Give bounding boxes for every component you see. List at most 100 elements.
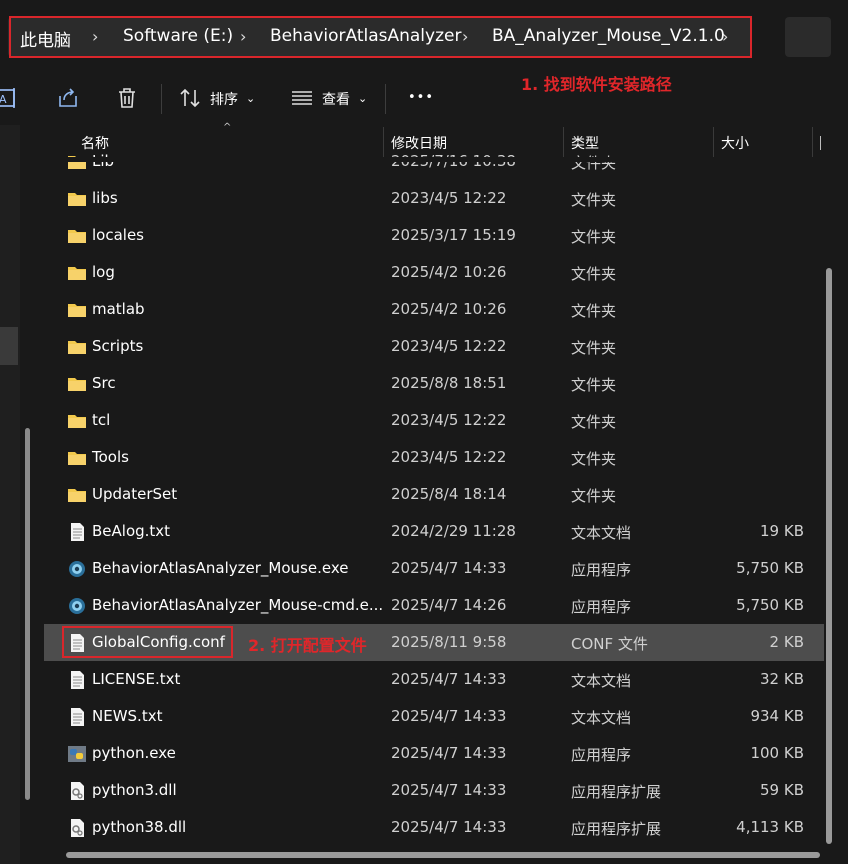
file-name: log — [92, 263, 115, 281]
file-size: 59 KB — [760, 781, 804, 799]
file-name: Src — [92, 374, 116, 392]
file-modified-date: 2025/4/7 14:33 — [391, 670, 507, 688]
file-type: 文件夹 — [571, 228, 617, 246]
file-name: NEWS.txt — [92, 707, 163, 725]
file-size: 32 KB — [760, 670, 804, 688]
dll-file-icon — [67, 819, 87, 837]
file-row[interactable]: matlab 2025/4/2 10:26 文件夹 — [44, 291, 824, 328]
file-name: Tools — [92, 448, 129, 466]
toolbar-divider — [161, 84, 162, 114]
file-modified-date: 2023/4/5 12:22 — [391, 189, 507, 207]
file-name: BehaviorAtlasAnalyzer_Mouse.exe — [92, 559, 349, 577]
sort-icon[interactable] — [178, 86, 202, 110]
chevron-down-icon[interactable]: ⌄ — [246, 92, 255, 105]
file-name: tcl — [92, 411, 111, 429]
file-row[interactable]: BeAlog.txt 2024/2/29 11:28 文本文档 19 KB — [44, 513, 824, 550]
file-modified-date: 2025/4/7 14:33 — [391, 707, 507, 725]
breadcrumb-software-drive[interactable]: Software (E:) — [123, 26, 233, 46]
more-options-button[interactable]: ••• — [408, 90, 434, 105]
annotation-step1: 1. 找到软件安装路径 — [521, 75, 672, 94]
file-type: 文件夹 — [571, 265, 617, 283]
file-row[interactable]: locales 2025/3/17 15:19 文件夹 — [44, 217, 824, 254]
file-row[interactable]: log 2025/4/2 10:26 文件夹 — [44, 254, 824, 291]
file-modified-date: 2025/3/17 15:19 — [391, 226, 516, 244]
file-type: 文件夹 — [571, 413, 617, 431]
sort-ascending-icon: ^ — [223, 122, 232, 133]
file-name: LICENSE.txt — [92, 670, 181, 688]
file-row[interactable]: UpdaterSet 2025/8/4 18:14 文件夹 — [44, 476, 824, 513]
file-type: 文件夹 — [571, 154, 617, 172]
file-row[interactable]: libs 2023/4/5 12:22 文件夹 — [44, 180, 824, 217]
text-file-icon — [67, 708, 87, 726]
file-row[interactable]: python38.dll 2025/4/7 14:33 应用程序扩展 4,113 KB — [44, 809, 824, 846]
file-row[interactable]: Tools 2023/4/5 12:22 文件夹 — [44, 439, 824, 476]
breadcrumb-chevron-icon[interactable]: › — [462, 27, 468, 46]
folder-icon — [67, 301, 87, 319]
app-exe-icon — [67, 597, 87, 615]
file-name: python3.dll — [92, 781, 177, 799]
file-type: 应用程序 — [571, 598, 632, 616]
breadcrumb-behavioratlasanalyzer[interactable]: BehaviorAtlasAnalyzer — [270, 26, 461, 46]
folder-icon — [67, 486, 87, 504]
file-size: 19 KB — [760, 522, 804, 540]
file-modified-date: 2023/4/5 12:22 — [391, 411, 507, 429]
file-name: matlab — [92, 300, 145, 318]
file-row[interactable]: NEWS.txt 2025/4/7 14:33 文本文档 934 KB — [44, 698, 824, 735]
file-modified-date: 2024/2/29 11:28 — [391, 522, 516, 540]
folder-icon — [67, 449, 87, 467]
file-row[interactable]: LICENSE.txt 2025/4/7 14:33 文本文档 32 KB — [44, 661, 824, 698]
folder-icon — [67, 227, 87, 245]
view-icon[interactable] — [290, 86, 314, 110]
text-file-icon — [67, 523, 87, 541]
navigation-selected-item[interactable] — [0, 327, 18, 365]
breadcrumb-chevron-icon[interactable]: › — [722, 27, 728, 46]
file-modified-date: 2025/4/7 14:33 — [391, 744, 507, 762]
folder-icon — [67, 190, 87, 208]
file-type: 应用程序 — [571, 561, 632, 579]
breadcrumb-this-pc[interactable]: 此电脑 — [20, 26, 71, 51]
file-size: 5,750 KB — [736, 559, 804, 577]
file-name: UpdaterSet — [92, 485, 178, 503]
horizontal-scrollbar[interactable] — [66, 852, 820, 858]
toolbar-divider — [385, 84, 386, 114]
file-row[interactable]: python.exe 2025/4/7 14:33 应用程序 100 KB — [44, 735, 824, 772]
app-exe-icon — [67, 560, 87, 578]
file-modified-date: 2023/4/5 12:22 — [391, 448, 507, 466]
file-type: CONF 文件 — [571, 635, 648, 653]
folder-icon — [67, 338, 87, 356]
file-name: Scripts — [92, 337, 144, 355]
chevron-down-icon[interactable]: ⌄ — [358, 92, 367, 105]
annotation-step2: 2. 打开配置文件 — [248, 636, 367, 655]
delete-icon[interactable] — [115, 86, 139, 110]
file-row[interactable]: BehaviorAtlasAnalyzer_Mouse.exe 2025/4/7 … — [44, 550, 824, 587]
file-name: python.exe — [92, 744, 176, 762]
navigation-pane[interactable] — [0, 125, 20, 864]
file-size: 934 KB — [750, 707, 804, 725]
file-modified-date: 2025/8/11 9:58 — [391, 633, 507, 651]
rename-icon[interactable]: A — [0, 86, 24, 110]
folder-icon — [67, 375, 87, 393]
file-name: python38.dll — [92, 818, 187, 836]
dll-file-icon — [67, 782, 87, 800]
file-modified-date: 2025/4/7 14:33 — [391, 781, 507, 799]
share-icon[interactable] — [56, 86, 80, 110]
sort-button[interactable]: 排序 — [210, 89, 238, 109]
file-modified-date: 2025/4/7 14:33 — [391, 559, 507, 577]
file-type: 文件夹 — [571, 339, 617, 357]
file-size: 100 KB — [750, 744, 804, 762]
file-row[interactable]: python3.dll 2025/4/7 14:33 应用程序扩展 59 KB — [44, 772, 824, 809]
view-button[interactable]: 查看 — [322, 89, 350, 109]
file-type: 应用程序扩展 — [571, 783, 662, 801]
file-row[interactable]: BehaviorAtlasAnalyzer_Mouse-cmd.e... 2025… — [44, 587, 824, 624]
file-name: libs — [92, 189, 118, 207]
breadcrumb-chevron-icon[interactable]: › — [92, 27, 98, 46]
breadcrumb-current-folder[interactable]: BA_Analyzer_Mouse_V2.1.0 — [492, 26, 725, 46]
breadcrumb-chevron-icon[interactable]: › — [240, 27, 246, 46]
file-row[interactable]: Scripts 2023/4/5 12:22 文件夹 — [44, 328, 824, 365]
file-row[interactable]: Src 2025/8/8 18:51 文件夹 — [44, 365, 824, 402]
config-file-highlight-box — [62, 626, 233, 658]
vertical-scrollbar[interactable] — [826, 268, 832, 844]
address-bar-extra[interactable] — [785, 17, 831, 57]
navigation-scrollbar[interactable] — [25, 428, 30, 800]
file-row[interactable]: tcl 2023/4/5 12:22 文件夹 — [44, 402, 824, 439]
